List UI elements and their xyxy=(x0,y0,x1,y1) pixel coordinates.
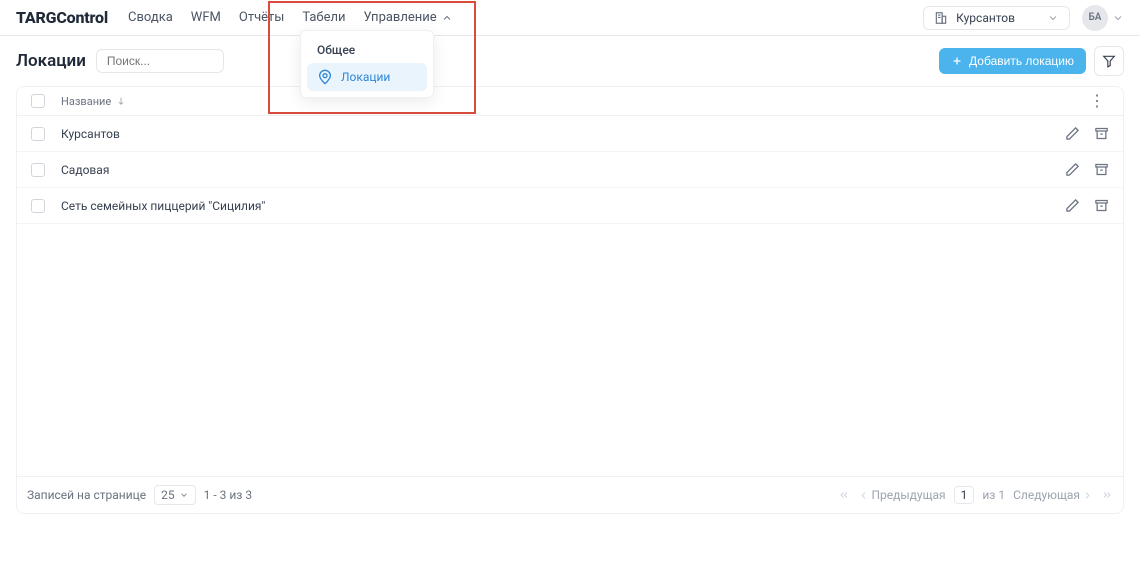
org-name: Курсантов xyxy=(956,11,1015,25)
table-row: Курсантов xyxy=(17,116,1123,152)
add-location-label: Добавить локацию xyxy=(969,54,1074,68)
logo: TARGControl xyxy=(16,8,108,27)
chevron-double-left-icon xyxy=(838,489,850,501)
topbar: TARGControl Сводка WFM Отчёты Табели Упр… xyxy=(0,0,1140,36)
last-page-button[interactable] xyxy=(1101,489,1113,501)
page-number[interactable]: 1 xyxy=(954,486,975,504)
row-checkbox[interactable] xyxy=(31,199,45,213)
chevron-down-icon xyxy=(179,490,189,500)
filter-icon xyxy=(1102,54,1116,68)
building-icon xyxy=(934,11,948,25)
main-nav: Сводка WFM Отчёты Табели Управление xyxy=(128,6,453,29)
select-all-checkbox[interactable] xyxy=(31,94,45,108)
avatar: БА xyxy=(1082,5,1108,31)
row-actions xyxy=(1065,162,1109,177)
nav-manage-label: Управление xyxy=(364,10,437,25)
cell-name: Сеть семейных пиццерий "Сицилия" xyxy=(61,199,265,213)
prev-page-button[interactable]: Предыдущая xyxy=(858,488,945,502)
nav-summary[interactable]: Сводка xyxy=(128,6,173,29)
column-name[interactable]: Название xyxy=(61,95,126,108)
page-of: из 1 xyxy=(982,488,1005,502)
nav-manage[interactable]: Управление xyxy=(364,6,453,29)
next-page-button[interactable]: Следующая xyxy=(1013,488,1093,502)
row-actions xyxy=(1065,126,1109,141)
edit-icon[interactable] xyxy=(1065,162,1080,177)
table-row: Сеть семейных пиццерий "Сицилия" xyxy=(17,188,1123,224)
prev-label: Предыдущая xyxy=(871,488,945,502)
row-actions xyxy=(1065,198,1109,213)
manage-dropdown: Общее Локации xyxy=(300,30,434,98)
edit-icon[interactable] xyxy=(1065,198,1080,213)
archive-icon[interactable] xyxy=(1094,126,1109,141)
nav-wfm[interactable]: WFM xyxy=(191,6,221,29)
archive-icon[interactable] xyxy=(1094,162,1109,177)
add-location-button[interactable]: Добавить локацию xyxy=(939,48,1086,74)
chevron-down-icon xyxy=(1047,12,1059,24)
header-actions: Добавить локацию xyxy=(939,46,1124,76)
dropdown-header: Общее xyxy=(307,37,427,63)
next-label: Следующая xyxy=(1013,488,1080,502)
location-pin-icon xyxy=(317,69,333,85)
chevron-left-icon xyxy=(858,490,869,501)
table-row: Садовая xyxy=(17,152,1123,188)
edit-icon[interactable] xyxy=(1065,126,1080,141)
pagination: Предыдущая 1 из 1 Следующая xyxy=(838,486,1113,504)
range-text: 1 - 3 из 3 xyxy=(204,488,252,502)
page-header: Локации Добавить локацию xyxy=(0,36,1140,86)
row-checkbox[interactable] xyxy=(31,163,45,177)
filter-button[interactable] xyxy=(1094,46,1124,76)
column-name-label: Название xyxy=(61,95,111,108)
dropdown-item-label: Локации xyxy=(341,70,390,84)
page-title: Локации xyxy=(16,51,86,71)
chevron-down-icon xyxy=(1112,12,1124,24)
first-page-button[interactable] xyxy=(838,489,850,501)
org-select[interactable]: Курсантов xyxy=(923,6,1070,30)
dropdown-item-locations[interactable]: Локации xyxy=(307,63,427,91)
page-size-value: 25 xyxy=(161,488,175,502)
search-input[interactable] xyxy=(96,49,224,73)
locations-table: Название ⋮ Курсантов Садовая Сеть семейн… xyxy=(16,86,1124,514)
nav-tables[interactable]: Табели xyxy=(302,6,345,29)
table-more-button[interactable]: ⋮ xyxy=(1085,93,1109,109)
topbar-right: Курсантов БА xyxy=(923,5,1124,31)
plus-icon xyxy=(951,55,963,67)
cell-name: Курсантов xyxy=(61,127,120,141)
page-size-select[interactable]: 25 xyxy=(154,485,196,505)
chevron-right-icon xyxy=(1082,490,1093,501)
per-page-label: Записей на странице xyxy=(27,488,146,502)
archive-icon[interactable] xyxy=(1094,198,1109,213)
chevron-up-icon xyxy=(441,12,453,24)
nav-reports[interactable]: Отчёты xyxy=(239,6,284,29)
chevron-double-right-icon xyxy=(1101,489,1113,501)
user-menu[interactable]: БА xyxy=(1082,5,1124,31)
table-header: Название ⋮ xyxy=(17,87,1123,116)
sort-down-icon xyxy=(116,96,126,106)
table-footer: Записей на странице 25 1 - 3 из 3 Предыд… xyxy=(17,476,1123,513)
row-checkbox[interactable] xyxy=(31,127,45,141)
cell-name: Садовая xyxy=(61,163,109,177)
